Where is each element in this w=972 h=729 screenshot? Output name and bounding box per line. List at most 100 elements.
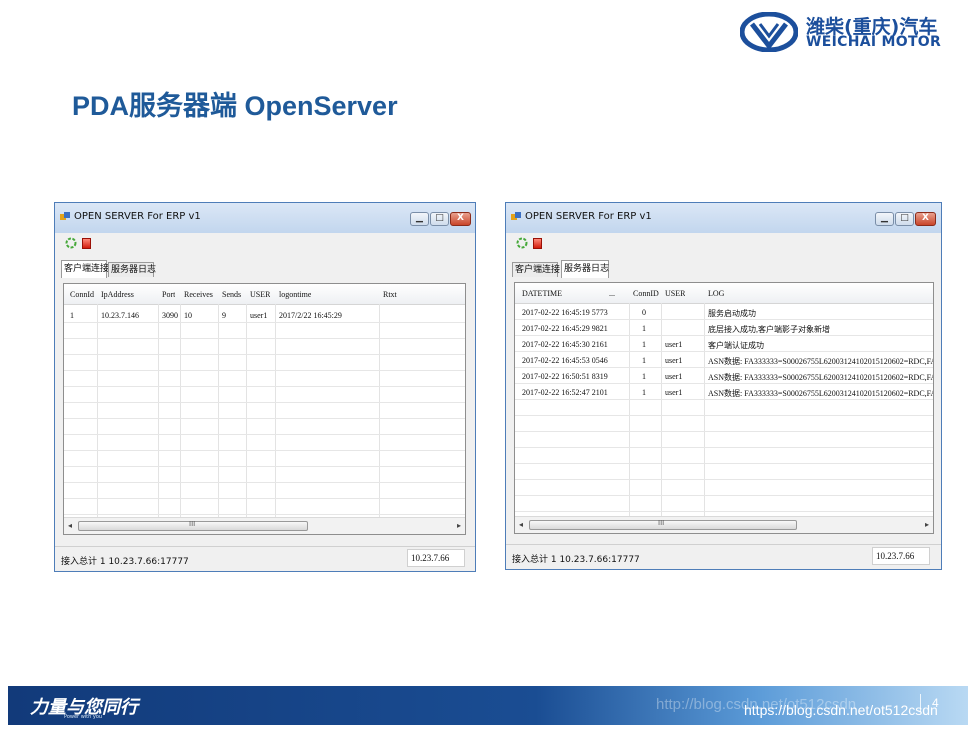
footer-sub-slogan: Power with you <box>64 714 103 720</box>
row-divider <box>64 338 465 339</box>
column-header[interactable]: Port <box>162 290 175 299</box>
close-button[interactable]: X <box>450 212 471 226</box>
weichai-logo: 潍柴(重庆)汽车 WEICHAI MOTOR <box>740 10 960 56</box>
column-header[interactable]: LOG <box>708 289 724 298</box>
cell-datetime: 2017-02-22 16:50:51 8319 <box>522 372 608 381</box>
client-connections-window: OPEN SERVER For ERP v1 ▁ □ X 客户端连接 服务器日志… <box>54 202 476 572</box>
column-header[interactable]: USER <box>250 290 270 299</box>
row-divider <box>64 402 465 403</box>
cell-connid: 1 <box>642 372 646 381</box>
maximize-button[interactable]: □ <box>430 212 449 226</box>
column-header[interactable]: Sends <box>222 290 241 299</box>
refresh-icon[interactable] <box>65 237 77 249</box>
cell-user: user1 <box>665 356 683 365</box>
app-icon <box>511 212 521 220</box>
maximize-button[interactable]: □ <box>895 212 914 226</box>
cell-datetime: 2017-02-22 16:45:30 2161 <box>522 340 608 349</box>
column-header[interactable]: Rtxt <box>383 290 397 299</box>
row-divider <box>64 482 465 483</box>
row-divider <box>515 367 933 368</box>
window-title: OPEN SERVER For ERP v1 <box>74 211 201 222</box>
status-server-ip: 10.23.7.66 <box>872 547 930 565</box>
scroll-grip: III <box>189 520 196 528</box>
column-header[interactable]: Receives <box>184 290 213 299</box>
row-divider <box>64 418 465 419</box>
column-divider <box>158 304 159 518</box>
column-header[interactable]: DATETIME <box>522 289 562 298</box>
server-log-window: OPEN SERVER For ERP v1 ▁ □ X 客户端连接 服务器日志… <box>505 202 942 570</box>
column-header[interactable]: ... <box>609 289 615 298</box>
row-divider <box>515 511 933 512</box>
horizontal-scrollbar[interactable]: ◂ III ▸ <box>64 517 465 534</box>
tab-server-log[interactable]: 服务器日志 <box>561 260 609 278</box>
row-divider <box>515 399 933 400</box>
row-divider <box>515 463 933 464</box>
cell-connid: 0 <box>642 308 646 317</box>
tab-server-log[interactable]: 服务器日志 <box>108 262 156 277</box>
grid-header: DATETIME ... ConnID USER LOG <box>515 283 933 304</box>
connections-grid: ConnId IpAddress Port Receives Sends USE… <box>63 283 466 535</box>
cell-user: user1 <box>250 311 268 320</box>
scroll-right-icon[interactable]: ▸ <box>457 521 461 530</box>
column-divider <box>218 304 219 518</box>
column-header[interactable]: logontime <box>279 290 311 299</box>
scroll-left-icon[interactable]: ◂ <box>519 520 523 529</box>
cell-user: user1 <box>665 340 683 349</box>
cell-log: ASN数据: FA333333=S00026755L62003124102015… <box>708 389 933 398</box>
row-divider <box>64 514 465 515</box>
column-header[interactable]: IpAddress <box>101 290 134 299</box>
column-header[interactable]: ConnID <box>633 289 659 298</box>
cell-log: ASN数据: FA333333=S00026755L62003124102015… <box>708 357 933 366</box>
stop-icon[interactable] <box>82 238 91 249</box>
tab-client-connections[interactable]: 客户端连接 <box>61 260 109 278</box>
window-title-bar[interactable]: OPEN SERVER For ERP v1 ▁ □ X <box>55 203 475 233</box>
row-divider <box>515 319 933 320</box>
cell-connid: 1 <box>70 311 74 320</box>
cell-log: 客户端认证成功 <box>708 341 764 350</box>
status-bar: 接入总计 1 10.23.7.66:17777 10.23.7.66 <box>55 546 475 571</box>
horizontal-scrollbar[interactable]: ◂ III ▸ <box>515 516 933 533</box>
app-icon <box>60 212 70 220</box>
column-header[interactable]: USER <box>665 289 685 298</box>
logo-english-text: WEICHAI MOTOR <box>806 34 942 50</box>
cell-log: 服务启动成功 <box>708 309 756 318</box>
toolbar <box>55 233 475 255</box>
tab-client-connections[interactable]: 客户端连接 <box>512 262 560 277</box>
scroll-grip: III <box>658 519 665 527</box>
minimize-button[interactable]: ▁ <box>410 212 429 226</box>
row-divider <box>64 322 465 323</box>
row-divider <box>64 434 465 435</box>
grid-header: ConnId IpAddress Port Receives Sends USE… <box>64 284 465 305</box>
column-header[interactable]: ConnId <box>70 290 94 299</box>
status-bar: 接入总计 1 10.23.7.66:17777 10.23.7.66 <box>506 544 941 569</box>
cell-receives: 10 <box>184 311 192 320</box>
cell-port: 3090 <box>162 311 178 320</box>
close-button[interactable]: X <box>915 212 936 226</box>
row-divider <box>515 415 933 416</box>
row-divider <box>64 370 465 371</box>
scroll-right-icon[interactable]: ▸ <box>925 520 929 529</box>
weichai-emblem-icon <box>740 12 798 52</box>
scroll-left-icon[interactable]: ◂ <box>68 521 72 530</box>
source-url[interactable]: https://blog.csdn.net/ot512csdn <box>744 702 938 718</box>
minimize-button[interactable]: ▁ <box>875 212 894 226</box>
window-title-bar[interactable]: OPEN SERVER For ERP v1 ▁ □ X <box>506 203 941 233</box>
page-title: PDA服务器端 OpenServer <box>72 91 398 121</box>
cell-user: user1 <box>665 388 683 397</box>
column-divider <box>97 304 98 518</box>
stop-icon[interactable] <box>533 238 542 249</box>
status-connection-total: 接入总计 1 10.23.7.66:17777 <box>61 557 189 567</box>
cell-datetime: 2017-02-22 16:45:29 9821 <box>522 324 608 333</box>
page-number: 4 <box>932 696 939 710</box>
cell-log: 底层接入成功,客户端影子对象新增 <box>708 325 830 334</box>
row-divider <box>515 447 933 448</box>
row-divider <box>515 383 933 384</box>
cell-ip: 10.23.7.146 <box>101 311 139 320</box>
cell-sends: 9 <box>222 311 226 320</box>
refresh-icon[interactable] <box>516 237 528 249</box>
row-divider <box>515 479 933 480</box>
cell-connid: 1 <box>642 388 646 397</box>
cell-connid: 1 <box>642 356 646 365</box>
column-divider <box>180 304 181 518</box>
row-divider <box>515 335 933 336</box>
